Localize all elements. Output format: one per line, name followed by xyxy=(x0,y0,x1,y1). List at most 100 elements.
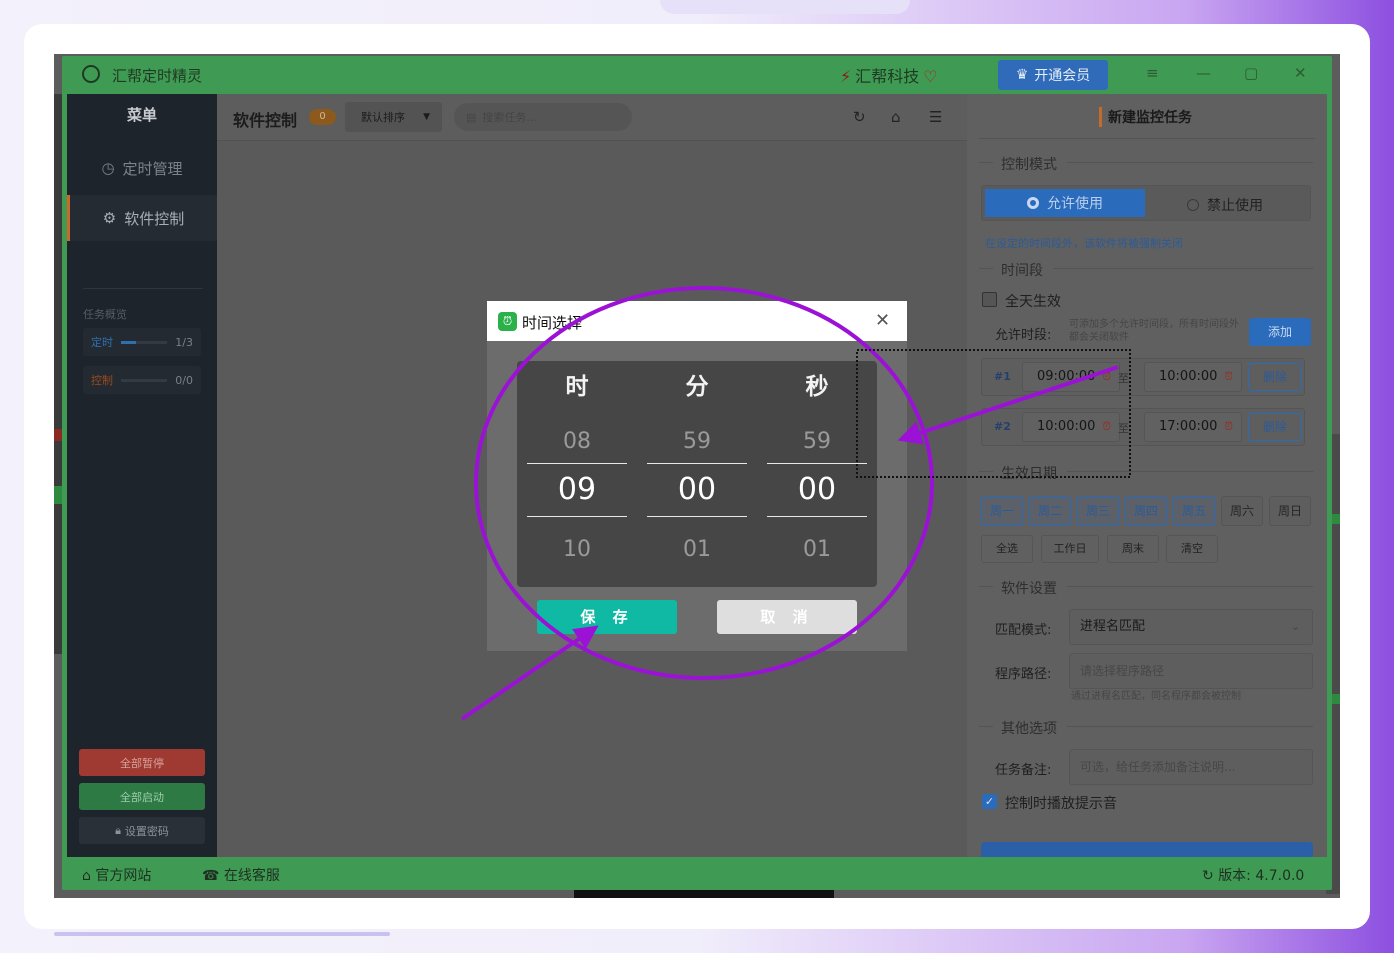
period-number: #2 xyxy=(994,420,1011,433)
weekday-button[interactable]: 周五 xyxy=(1173,496,1215,526)
version-label: 版本: 4.7.0.0 xyxy=(1218,868,1305,884)
app-title: 汇帮定时精灵 xyxy=(112,67,203,85)
note-input[interactable]: 可选，给任务添加备注说明... xyxy=(1069,749,1313,785)
delete-period-button[interactable]: 删除 xyxy=(1248,363,1302,391)
count-badge: 0 xyxy=(309,109,336,125)
refresh-icon[interactable]: ↻ xyxy=(853,108,866,126)
panel-title: 新建监控任务 xyxy=(1099,107,1192,127)
column-header: 时 xyxy=(565,374,589,400)
weekday-button[interactable]: 周四 xyxy=(1125,496,1167,526)
overview-label: 定时 xyxy=(91,336,113,349)
menu-icon[interactable]: ≡ xyxy=(1146,64,1159,82)
alarm-clock-icon: ⏰︎ xyxy=(1102,370,1111,383)
current-value: 09 xyxy=(527,463,627,517)
radio-icon xyxy=(1027,197,1039,209)
sidebar-item-software-control[interactable]: ⚙ 软件控制 xyxy=(67,195,217,241)
minimize-icon[interactable]: — xyxy=(1196,64,1211,82)
brand: ⚡ 汇帮科技 ♡ xyxy=(840,63,938,87)
search-placeholder: 搜索任务... xyxy=(482,111,537,124)
clear-button[interactable]: 清空 xyxy=(1166,535,1218,563)
match-value: 进程名匹配 xyxy=(1080,619,1146,634)
website-label: 官方网站 xyxy=(95,868,152,884)
list-icon[interactable]: ☰ xyxy=(929,108,942,126)
divider xyxy=(1067,726,1313,727)
period-start-value: 10:00:00 xyxy=(1037,419,1096,434)
maximize-icon[interactable]: ▢ xyxy=(1244,64,1258,82)
period-start-input[interactable]: 10:00:00 ⏰︎ xyxy=(1022,412,1120,442)
save-button[interactable]: 保 存 xyxy=(537,600,677,634)
overview-title: 任务概览 xyxy=(83,308,127,321)
minute-column[interactable]: 分 59 00 01 xyxy=(647,361,747,587)
start-all-button[interactable]: 全部启动 xyxy=(79,783,205,810)
service-label: 在线客服 xyxy=(223,868,280,884)
mode-allow-label: 允许使用 xyxy=(1047,196,1103,212)
next-value[interactable]: 10 xyxy=(527,537,627,562)
weekday-button[interactable]: 周二 xyxy=(1029,496,1071,526)
prev-value[interactable]: 59 xyxy=(647,429,747,454)
search-input[interactable]: ▤ 搜索任务... xyxy=(454,103,632,131)
overview-label: 控制 xyxy=(91,374,113,387)
alarm-clock-icon: ⏰︎ xyxy=(1102,420,1111,433)
divider xyxy=(1067,162,1313,163)
all-day-checkbox[interactable] xyxy=(982,292,997,307)
set-password-label: 设置密码 xyxy=(124,824,169,838)
date-section-title: 生效日期 xyxy=(1001,466,1057,482)
add-period-button[interactable]: 添加 xyxy=(1249,318,1311,346)
cancel-button[interactable]: 取 消 xyxy=(717,600,857,634)
weekday-button[interactable]: 周一 xyxy=(981,496,1023,526)
version-info: ↻ 版本: 4.7.0.0 xyxy=(1202,865,1304,885)
pause-all-button[interactable]: 全部暂停 xyxy=(79,749,205,776)
period-start-input[interactable]: 09:00:00 ⏰︎ xyxy=(1022,362,1120,392)
website-link[interactable]: ⌂ 官方网站 xyxy=(82,865,151,885)
weekday-button[interactable]: 周日 xyxy=(1269,496,1311,526)
sound-label: 控制时播放提示音 xyxy=(1005,796,1117,812)
mode-deny-radio[interactable]: 禁止使用 xyxy=(1187,195,1263,215)
sidebar-item-timer[interactable]: ◷ 定时管理 xyxy=(67,145,217,191)
mode-allow-radio[interactable]: 允许使用 xyxy=(985,189,1145,217)
allow-label: 允许时段: xyxy=(995,328,1052,343)
hour-column[interactable]: 时 08 09 10 xyxy=(527,361,627,587)
path-label: 程序路径: xyxy=(995,667,1052,682)
task-panel: 新建监控任务 控制模式 允许使用 禁止使用 在设定的时间段外，该软件将被强制关闭… xyxy=(967,94,1327,862)
period-end-value: 17:00:00 xyxy=(1159,419,1218,434)
period-end-input[interactable]: 10:00:00 ⏰︎ xyxy=(1144,362,1242,392)
match-select[interactable]: 进程名匹配 ⌄ xyxy=(1069,609,1313,645)
time-picker-dialog: ⏰︎ 时间选择 ✕ 时 08 09 10 分 59 00 01 秒 59 00 … xyxy=(487,301,907,651)
divider xyxy=(979,138,1315,139)
path-input[interactable]: 请选择程序路径 xyxy=(1069,653,1313,689)
divider xyxy=(1067,586,1313,587)
weekday-button[interactable]: 周三 xyxy=(1077,496,1119,526)
weekday-button[interactable]: 周六 xyxy=(1221,496,1263,526)
alarm-clock-icon: ⏰︎ xyxy=(498,312,517,331)
close-icon[interactable]: ✕ xyxy=(875,310,890,331)
current-value: 00 xyxy=(767,463,867,517)
prev-value[interactable]: 08 xyxy=(527,429,627,454)
sound-checkbox[interactable]: ✓ xyxy=(982,794,997,809)
search-icon: ▤ xyxy=(466,110,477,124)
period-end-input[interactable]: 17:00:00 ⏰︎ xyxy=(1144,412,1242,442)
next-value[interactable]: 01 xyxy=(767,537,867,562)
sort-select[interactable]: 默认排序 ▼ xyxy=(345,102,442,132)
service-link[interactable]: ☎ 在线客服 xyxy=(202,865,280,885)
heart-icon: ♡ xyxy=(923,67,938,86)
workdays-button[interactable]: 工作日 xyxy=(1041,535,1099,563)
toolbar: 软件控制 0 默认排序 ▼ ▤ 搜索任务... ↻ ⌂ ☰ xyxy=(217,94,967,141)
sidebar-title: 菜单 xyxy=(126,106,157,124)
delete-period-button[interactable]: 删除 xyxy=(1248,413,1302,441)
radio-icon xyxy=(1187,199,1199,211)
alarm-clock-icon: ⏰︎ xyxy=(1224,370,1233,383)
title-bar: 汇帮定时精灵 ⚡ 汇帮科技 ♡ ♛ 开通会员 ≡ — ▢ ✕ xyxy=(62,56,1332,94)
set-password-button[interactable]: 🔒︎ 设置密码 xyxy=(79,817,205,844)
select-all-button[interactable]: 全选 xyxy=(981,535,1033,563)
progress-bar xyxy=(121,340,168,344)
column-header: 秒 xyxy=(805,374,829,400)
overview-control: 控制 0/0 xyxy=(83,366,201,394)
clean-icon[interactable]: ⌂ xyxy=(891,108,901,126)
weekend-button[interactable]: 周末 xyxy=(1107,535,1159,563)
prev-value[interactable]: 59 xyxy=(767,429,867,454)
close-icon[interactable]: ✕ xyxy=(1294,64,1307,82)
next-value[interactable]: 01 xyxy=(647,537,747,562)
vip-button[interactable]: ♛ 开通会员 xyxy=(998,60,1108,90)
divider xyxy=(83,288,203,289)
second-column[interactable]: 秒 59 00 01 xyxy=(767,361,867,587)
